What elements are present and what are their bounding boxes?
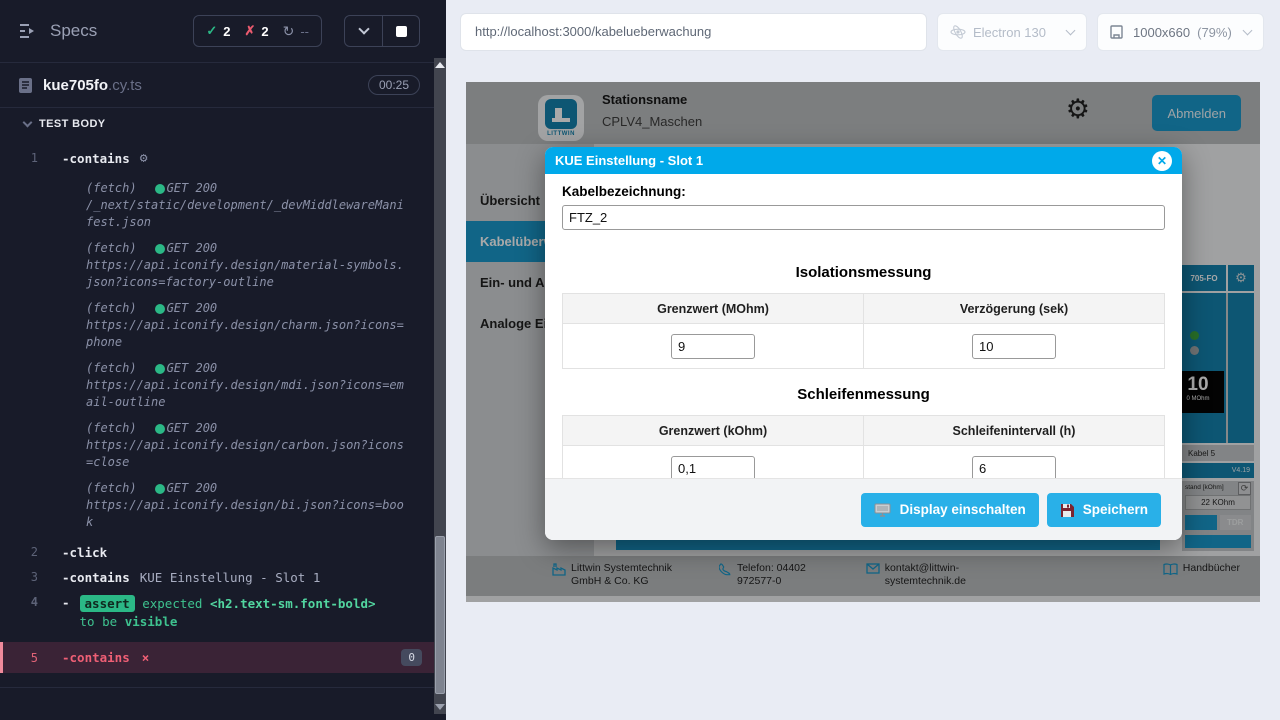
passed-icon: ✓ (206, 23, 217, 39)
command-name: -contains (62, 570, 130, 585)
status-dot-icon (155, 484, 165, 494)
url-toolbar: http://localhost:3000/kabelueberwachung … (460, 13, 1264, 51)
chevron-down-icon (1066, 26, 1076, 36)
fetch-log-entry[interactable]: (fetch)GET 200 https://api.iconify.desig… (86, 240, 406, 291)
fetch-log-entry[interactable]: (fetch)GET 200 https://api.iconify.desig… (86, 420, 406, 471)
scroll-up-icon[interactable] (435, 62, 445, 68)
scrollbar-track[interactable] (434, 58, 446, 714)
status-dot-icon (155, 304, 165, 314)
aut-panel: http://localhost:3000/kabelueberwachung … (446, 0, 1280, 720)
viewport-icon (1110, 25, 1126, 39)
fetch-log-entry[interactable]: (fetch)GET 200 https://api.iconify.desig… (86, 300, 406, 351)
spec-name: kue705fo.cy.ts (43, 77, 142, 94)
isolation-heading: Isolationsmessung (562, 264, 1165, 281)
loop-limit-input[interactable] (671, 456, 755, 481)
specs-title: Specs (50, 21, 97, 41)
spec-file-icon (18, 77, 33, 94)
stop-tests-button[interactable] (382, 16, 419, 46)
column-header: Verzögerung (sek) (864, 294, 1165, 324)
command-row-click[interactable]: 2 -click (0, 540, 434, 565)
cypress-reporter-sidebar: Specs ✓2 ✗2 ↻-- kue705fo.cy.ts 00:25 TES… (0, 0, 434, 720)
browser-selector[interactable]: Electron 130 (937, 13, 1087, 51)
column-header: Schleifenintervall (h) (864, 416, 1165, 446)
command-row-contains-failed[interactable]: 5 -contains× 0 (0, 642, 434, 673)
display-on-button[interactable]: Display einschalten (861, 493, 1039, 527)
test-body-section-toggle[interactable]: TEST BODY (0, 108, 434, 140)
command-row-assert[interactable]: 4 - assert expected <h2.text-sm.font-bol… (0, 590, 434, 636)
table-cell (563, 324, 864, 369)
iso-limit-input[interactable] (671, 334, 755, 359)
cable-name-label: Kabelbezeichnung: (562, 184, 1165, 199)
modal-body: Kabelbezeichnung: Isolationsmessung Gren… (545, 174, 1182, 491)
column-header: Grenzwert (kOhm) (563, 416, 864, 446)
test-stats: ✓2 ✗2 ↻-- (193, 15, 322, 47)
reporter-scrollbar[interactable] (434, 0, 446, 720)
stat-failed: ✗2 (244, 23, 268, 39)
retry-count-badge: 0 (401, 649, 422, 666)
command-name: -contains (62, 650, 130, 665)
fail-x-icon: × (142, 650, 150, 665)
display-icon (874, 503, 891, 517)
kue-settings-modal: KUE Einstellung - Slot 1 ✕ Kabelbezeichn… (545, 147, 1182, 540)
table-cell (864, 324, 1165, 369)
modal-title: KUE Einstellung - Slot 1 (555, 153, 703, 168)
loop-heading: Schleifenmessung (562, 386, 1165, 403)
iso-delay-input[interactable] (972, 334, 1056, 359)
command-name: -click (62, 545, 107, 560)
url-input[interactable]: http://localhost:3000/kabelueberwachung (460, 13, 927, 51)
save-button[interactable]: Speichern (1047, 493, 1161, 527)
assert-dash: - (62, 595, 70, 610)
scroll-down-icon[interactable] (435, 704, 445, 710)
command-row-contains-1[interactable]: 1 -contains⚙ (0, 146, 434, 171)
reporter-controls (344, 15, 420, 47)
electron-icon (950, 24, 966, 40)
assert-selector: <h2.text-sm.font-bold> (210, 596, 376, 611)
chevron-down-icon (358, 23, 369, 34)
assert-message: assert expected <h2.text-sm.font-bold> t… (80, 595, 380, 631)
modal-footer: Display einschalten Speichern (545, 478, 1182, 540)
collapse-all-button[interactable] (345, 16, 382, 46)
status-dot-icon (155, 244, 165, 254)
column-header: Grenzwert (MOhm) (563, 294, 864, 324)
stop-icon (396, 26, 407, 37)
gear-icon: ⚙ (140, 151, 148, 166)
status-dot-icon (155, 364, 165, 374)
isolation-table: Grenzwert (MOhm) Verzögerung (sek) (562, 293, 1165, 369)
chevron-down-icon (1243, 26, 1253, 36)
save-icon (1060, 503, 1074, 517)
status-dot-icon (155, 184, 165, 194)
stat-pending: ↻-- (283, 23, 309, 40)
fetch-log-entry[interactable]: (fetch)GET 200 https://api.iconify.desig… (86, 360, 406, 411)
cable-name-input[interactable] (562, 205, 1165, 230)
stat-passed: ✓2 (206, 23, 230, 39)
app-under-test: LITTWIN Stationsname CPLV4_Maschen ⚙ Abm… (466, 82, 1260, 602)
command-argument: KUE Einstellung - Slot 1 (140, 570, 321, 585)
spec-duration-badge: 00:25 (368, 75, 420, 95)
fetch-log-entry[interactable]: (fetch)GET 200 https://api.iconify.desig… (86, 480, 406, 531)
pending-icon: ↻ (283, 23, 295, 40)
spec-file-row[interactable]: kue705fo.cy.ts 00:25 (0, 63, 434, 107)
close-icon[interactable]: ✕ (1152, 151, 1172, 171)
chevron-down-icon (23, 118, 33, 128)
command-name: -contains (62, 151, 130, 166)
divider (0, 687, 434, 688)
command-log: 1 -contains⚙ (fetch)GET 200 /_next/stati… (0, 140, 434, 688)
fetch-log-entry[interactable]: (fetch)GET 200 /_next/static/development… (86, 180, 406, 231)
specs-list-icon[interactable] (18, 23, 38, 39)
failed-icon: ✗ (244, 23, 255, 39)
command-row-contains-2[interactable]: 3 -containsKUE Einstellung - Slot 1 (0, 565, 434, 590)
viewport-selector[interactable]: 1000x660 (79%) (1097, 13, 1264, 51)
loop-interval-input[interactable] (972, 456, 1056, 481)
scrollbar-thumb[interactable] (435, 536, 445, 694)
modal-header: KUE Einstellung - Slot 1 ✕ (545, 147, 1182, 174)
assert-badge: assert (80, 595, 135, 612)
status-dot-icon (155, 424, 165, 434)
reporter-header: Specs ✓2 ✗2 ↻-- (0, 0, 434, 62)
